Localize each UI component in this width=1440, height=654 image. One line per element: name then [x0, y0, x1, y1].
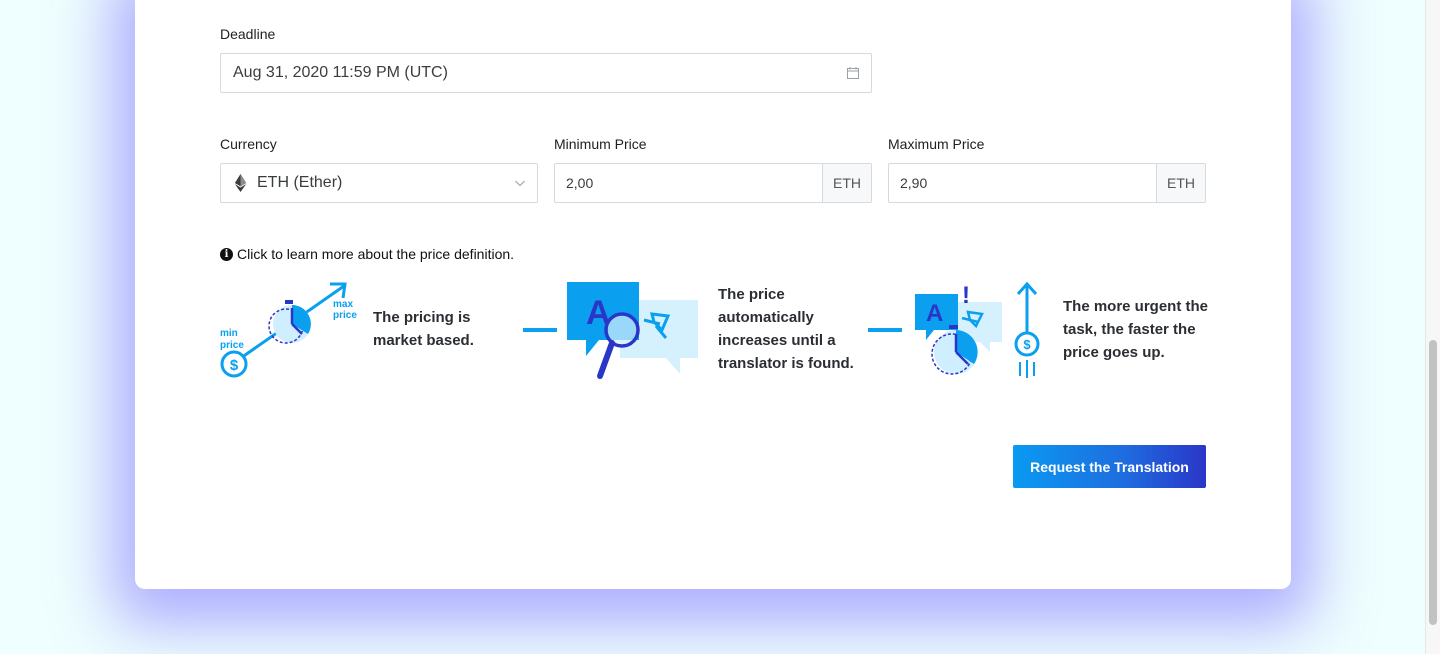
step-connector-1 [523, 328, 557, 332]
min-price-value: 2,00 [566, 175, 594, 191]
min-label-line1: min [220, 328, 238, 339]
request-translation-button[interactable]: Request the Translation [1013, 445, 1206, 488]
letter-glyph-small: A [926, 300, 943, 327]
deadline-value: Aug 31, 2020 11:59 PM (UTC) [233, 64, 448, 81]
max-price-input[interactable]: 2,90 ETH [888, 163, 1206, 203]
price-definition-text: Click to learn more about the price defi… [237, 246, 515, 262]
currency-value: ETH (Ether) [257, 174, 343, 191]
deadline-field[interactable]: Aug 31, 2020 11:59 PM (UTC) [220, 53, 872, 93]
chevron-down-icon [515, 180, 525, 187]
min-label-line2: price [220, 340, 244, 351]
scrollbar-thumb[interactable] [1429, 340, 1437, 625]
min-price-label: Minimum Price [554, 136, 647, 152]
max-price-value: 2,90 [900, 175, 928, 191]
currency-select[interactable]: ETH (Ether) [220, 163, 538, 203]
translator-search-illustration: A [567, 282, 698, 379]
step-3-text: The more urgent the task, the faster the… [1063, 298, 1209, 361]
step-1-text: The pricing is market based. [373, 309, 474, 349]
step-2-text: The price automatically increases until … [718, 286, 854, 372]
max-price-label: Maximum Price [888, 136, 985, 152]
max-label-line2: price [333, 310, 357, 321]
ethereum-icon [234, 174, 247, 192]
dollar-symbol-urgent: $ [1023, 337, 1031, 352]
alert-symbol: ! [962, 282, 970, 309]
price-definition-link[interactable]: i Click to learn more about the price de… [220, 246, 514, 262]
info-icon: i [220, 247, 233, 261]
min-price-input[interactable]: 2,00 ETH [554, 163, 872, 203]
max-price-unit: ETH [1156, 164, 1205, 202]
calendar-icon[interactable] [847, 67, 859, 79]
step-connector-2 [868, 328, 902, 332]
dollar-symbol: $ [230, 357, 239, 374]
urgent-task-illustration: A ! $ [915, 281, 1040, 378]
currency-label: Currency [220, 136, 277, 152]
market-price-illustration: $ min price max price [220, 282, 357, 378]
deadline-label: Deadline [220, 26, 276, 42]
max-label-line1: max [333, 299, 353, 310]
min-price-unit: ETH [822, 164, 871, 202]
